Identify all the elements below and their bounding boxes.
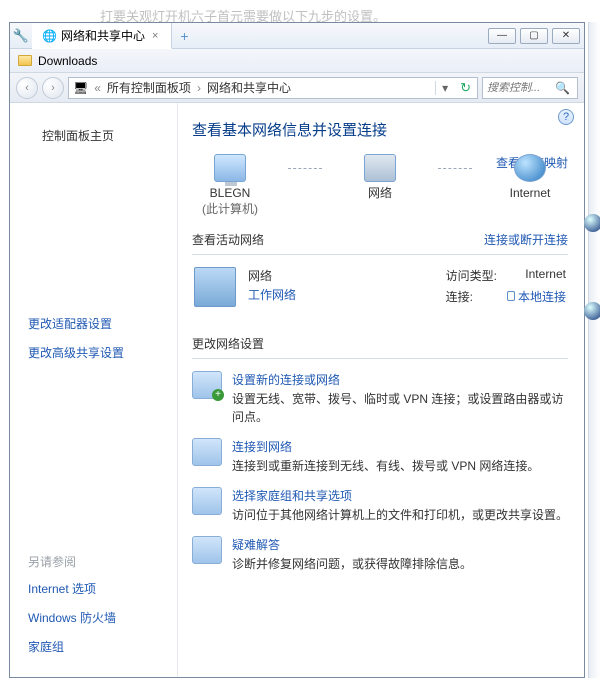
network-type-link[interactable]: 工作网络 xyxy=(248,286,296,303)
close-button[interactable]: ✕ xyxy=(552,28,580,44)
computer-icon xyxy=(214,154,246,182)
nic-icon xyxy=(507,291,515,301)
titlebar: 🔧 🌐 网络和共享中心 × + — ▢ ✕ xyxy=(10,23,584,49)
breadcrumb-sep-icon: « xyxy=(92,81,103,95)
map-link-2-icon xyxy=(438,168,472,169)
network-map: 查看完整映射 BLEGN (此计算机) 网络 Internet xyxy=(192,154,568,217)
task-troubleshoot[interactable]: 疑难解答 诊断并修复网络问题，或获得故障排除信息。 xyxy=(192,536,568,573)
right-edge-strip xyxy=(588,22,600,678)
node-internet-label: Internet xyxy=(510,186,551,202)
divider xyxy=(192,254,568,255)
access-type-value: Internet xyxy=(507,267,566,286)
sidebar-firewall[interactable]: Windows 防火墙 xyxy=(28,609,167,626)
active-network-block: 网络 工作网络 访问类型: Internet 连接: 本地连接 xyxy=(192,263,568,317)
control-panel-icon: 🖥 xyxy=(69,81,92,95)
help-icon[interactable]: ? xyxy=(558,109,574,125)
breadcrumb-dropdown-icon[interactable]: ▾ xyxy=(435,81,454,95)
network-name: 网络 xyxy=(248,267,296,284)
map-link-1-icon xyxy=(288,168,322,169)
task-homegroup-sharing[interactable]: 选择家庭组和共享选项 访问位于其他网络计算机上的文件和打印机，或更改共享设置。 xyxy=(192,487,568,524)
downloads-bar: Downloads xyxy=(10,49,584,73)
edge-orb-icon xyxy=(584,302,600,320)
sidebar-see-also-label: 另请参阅 xyxy=(28,553,167,570)
change-settings-title: 更改网络设置 xyxy=(192,335,264,352)
connect-network-icon xyxy=(192,438,222,466)
setup-connection-icon xyxy=(192,371,222,399)
active-networks-title: 查看活动网络 xyxy=(192,231,264,248)
breadcrumb-seg-1[interactable]: 所有控制面板项 xyxy=(103,79,195,96)
sidebar-internet-options[interactable]: Internet 选项 xyxy=(28,580,167,597)
back-button[interactable]: ‹ xyxy=(16,77,38,99)
node-computer-sub: (此计算机) xyxy=(202,202,258,218)
main-pane: ? 查看基本网络信息并设置连接 查看完整映射 BLEGN (此计算机) 网络 I… xyxy=(178,103,584,677)
node-network-label: 网络 xyxy=(368,186,392,202)
minimize-button[interactable]: — xyxy=(488,28,516,44)
task-desc: 设置无线、宽带、拨号、临时或 VPN 连接；或设置路由器或访问点。 xyxy=(232,392,563,424)
divider xyxy=(192,358,568,359)
wrench-icon: 🔧 xyxy=(10,28,32,44)
node-network: 网络 xyxy=(344,154,416,202)
task-title[interactable]: 选择家庭组和共享选项 xyxy=(232,487,568,504)
task-desc: 访问位于其他网络计算机上的文件和打印机，或更改共享设置。 xyxy=(232,508,568,522)
sidebar: 控制面板主页 更改适配器设置 更改高级共享设置 另请参阅 Internet 选项… xyxy=(10,103,178,677)
task-title[interactable]: 连接到网络 xyxy=(232,438,539,455)
server-icon xyxy=(364,154,396,182)
folder-icon xyxy=(18,55,32,66)
page-heading: 查看基本网络信息并设置连接 xyxy=(192,119,568,140)
sidebar-home[interactable]: 控制面板主页 xyxy=(28,117,167,303)
sidebar-adapter-settings[interactable]: 更改适配器设置 xyxy=(28,315,167,332)
task-desc: 诊断并修复网络问题，或获得故障排除信息。 xyxy=(232,557,472,571)
sidebar-homegroup[interactable]: 家庭组 xyxy=(28,638,167,655)
search-box[interactable]: 🔍 xyxy=(482,77,578,99)
browser-tab[interactable]: 🌐 网络和共享中心 × xyxy=(32,23,172,49)
tab-close-icon[interactable]: × xyxy=(149,30,161,42)
forward-button[interactable]: › xyxy=(42,77,64,99)
new-tab-button[interactable]: + xyxy=(172,28,196,44)
navbar: ‹ › 🖥 « 所有控制面板项 › 网络和共享中心 ▾ ↻ 🔍 xyxy=(10,73,584,103)
network-large-icon xyxy=(194,267,236,307)
troubleshoot-icon xyxy=(192,536,222,564)
chevron-right-icon: › xyxy=(195,81,203,95)
maximize-button[interactable]: ▢ xyxy=(520,28,548,44)
connection-label: 连接: xyxy=(446,288,497,307)
task-setup-connection[interactable]: 设置新的连接或网络 设置无线、宽带、拨号、临时或 VPN 连接；或设置路由器或访… xyxy=(192,371,568,426)
tab-title: 网络和共享中心 xyxy=(61,27,145,44)
access-type-label: 访问类型: xyxy=(446,267,497,286)
task-title[interactable]: 疑难解答 xyxy=(232,536,472,553)
node-computer-label: BLEGN xyxy=(210,186,251,202)
downloads-label: Downloads xyxy=(38,54,97,68)
edge-orb-icon xyxy=(584,214,600,232)
breadcrumb[interactable]: 🖥 « 所有控制面板项 › 网络和共享中心 ▾ ↻ xyxy=(68,77,478,99)
search-input[interactable] xyxy=(483,82,551,94)
globe-icon xyxy=(514,154,546,182)
globe-icon: 🌐 xyxy=(42,29,57,43)
connect-disconnect-link[interactable]: 连接或断开连接 xyxy=(484,231,568,248)
refresh-icon[interactable]: ↻ xyxy=(454,80,477,96)
sidebar-advanced-sharing[interactable]: 更改高级共享设置 xyxy=(28,344,167,361)
connection-link[interactable]: 本地连接 xyxy=(507,288,566,307)
task-connect-network[interactable]: 连接到网络 连接到或重新连接到无线、有线、拨号或 VPN 网络连接。 xyxy=(192,438,568,475)
node-this-computer: BLEGN (此计算机) xyxy=(194,154,266,217)
search-icon[interactable]: 🔍 xyxy=(551,81,574,95)
breadcrumb-seg-2[interactable]: 网络和共享中心 xyxy=(203,79,295,96)
homegroup-icon xyxy=(192,487,222,515)
task-desc: 连接到或重新连接到无线、有线、拨号或 VPN 网络连接。 xyxy=(232,459,539,473)
task-title[interactable]: 设置新的连接或网络 xyxy=(232,371,568,388)
window-frame: 🔧 🌐 网络和共享中心 × + — ▢ ✕ Downloads ‹ › 🖥 « … xyxy=(9,22,585,678)
